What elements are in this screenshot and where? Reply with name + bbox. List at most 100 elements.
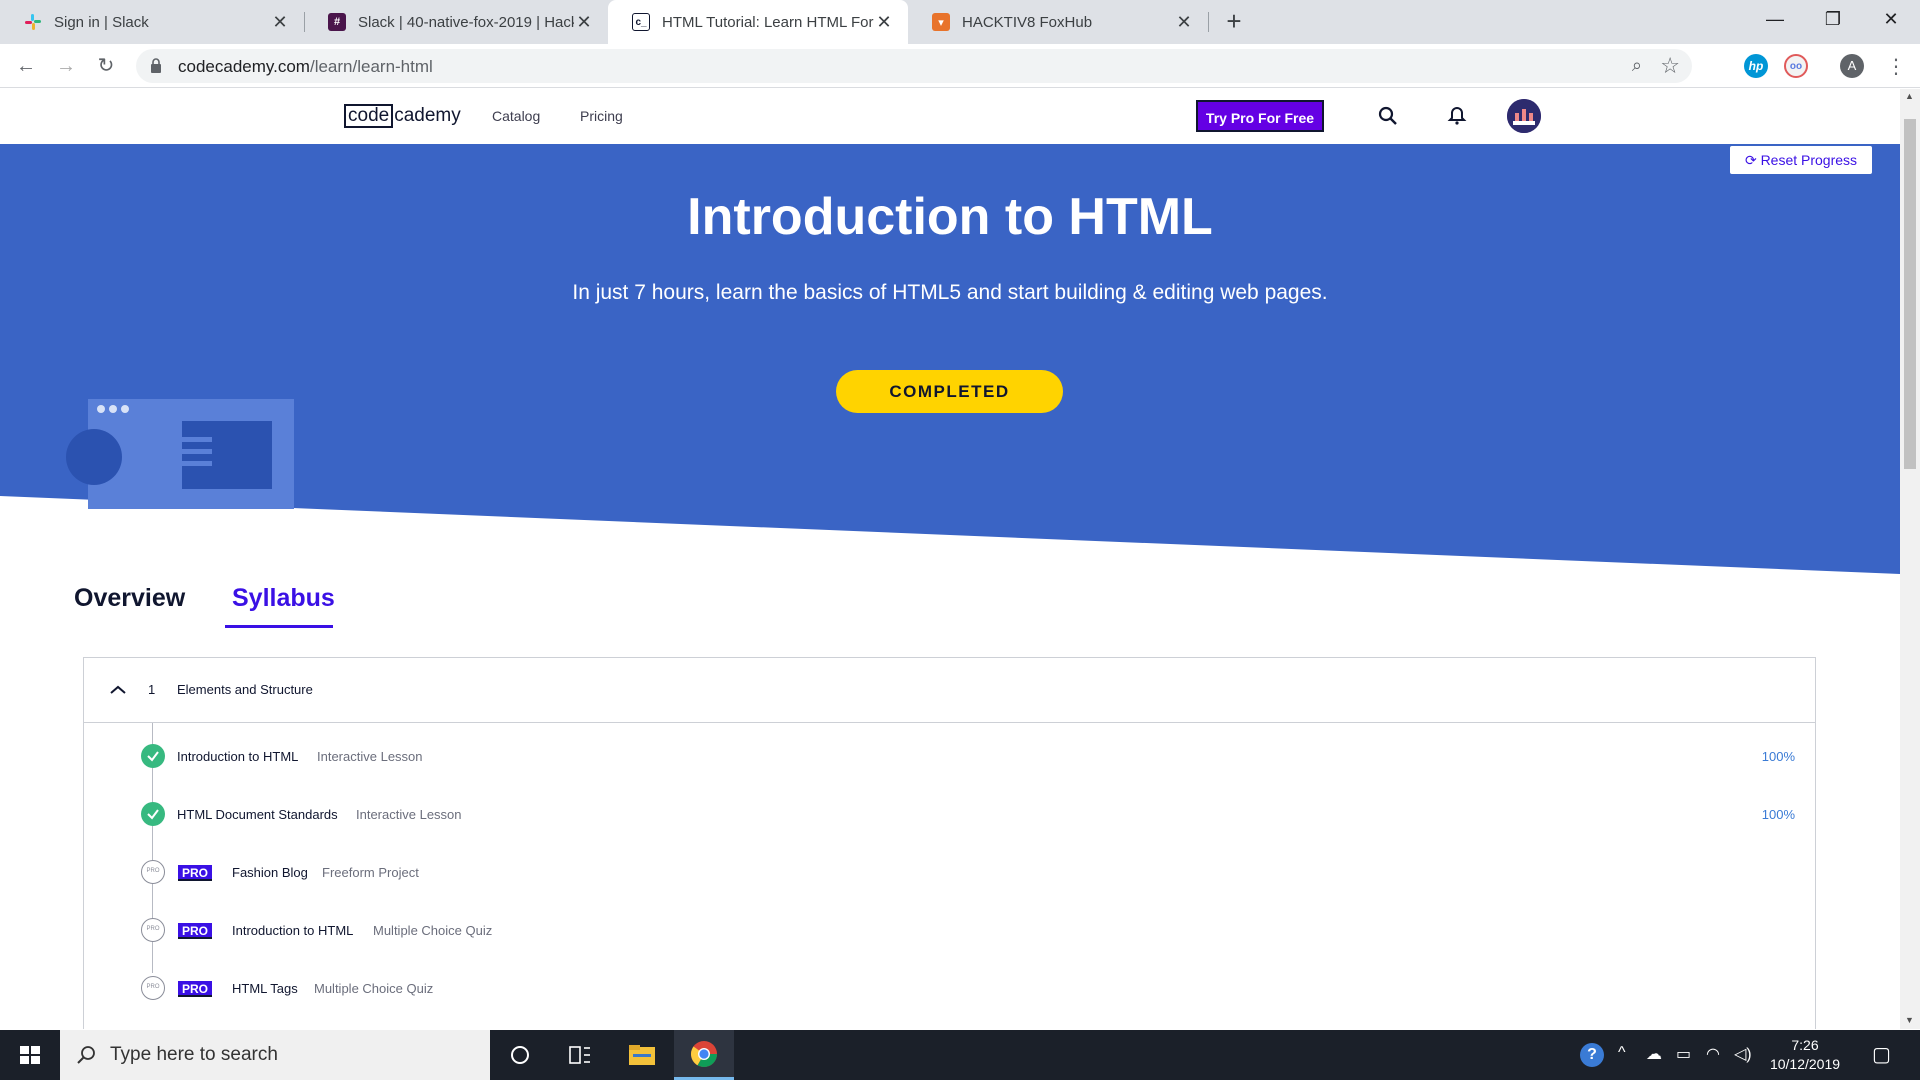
- codecademy-logo[interactable]: code cademy: [344, 104, 461, 128]
- scrollbar-thumb[interactable]: [1904, 119, 1916, 469]
- try-pro-button[interactable]: Try Pro For Free: [1196, 100, 1324, 132]
- lesson-type: Multiple Choice Quiz: [373, 923, 493, 938]
- close-tab-icon[interactable]: ✕: [574, 12, 594, 33]
- chrome-taskbar-icon[interactable]: [674, 1030, 734, 1080]
- browser-tab-foxhub[interactable]: ▾ HACKTIV8 FoxHub ✕: [908, 0, 1208, 44]
- browser-tab-strip: Sign in | Slack ✕ # Slack | 40-native-fo…: [0, 0, 1920, 44]
- lesson-name: Introduction to HTML: [177, 749, 299, 764]
- minimize-button[interactable]: —: [1746, 0, 1804, 40]
- zoom-icon[interactable]: ⌕: [1632, 55, 1642, 76]
- nav-catalog[interactable]: Catalog: [492, 108, 540, 124]
- address-bar[interactable]: codecademy.com/learn/learn-html ⌕ ☆: [136, 49, 1692, 83]
- notifications-icon[interactable]: ▢: [1872, 1042, 1891, 1067]
- chevron-up-icon[interactable]: [108, 680, 128, 700]
- reload-button[interactable]: ↻: [92, 52, 120, 80]
- scroll-up-icon[interactable]: ▲: [1905, 91, 1914, 101]
- check-icon: [141, 802, 165, 826]
- close-tab-icon[interactable]: ✕: [1174, 12, 1194, 33]
- site-header: code cademy Catalog Pricing Try Pro For F…: [0, 89, 1900, 144]
- task-view-icon[interactable]: [550, 1030, 610, 1080]
- course-subtitle: In just 7 hours, learn the basics of HTM…: [572, 281, 1328, 304]
- chevron-up-icon[interactable]: ^: [1618, 1044, 1626, 1062]
- tab-separator: [1208, 12, 1209, 32]
- system-clock[interactable]: 7:26 10/12/2019: [1760, 1036, 1850, 1074]
- reset-progress-label: Reset Progress: [1760, 152, 1858, 168]
- browser-tab-slack-signin[interactable]: Sign in | Slack ✕: [0, 0, 304, 44]
- close-tab-icon[interactable]: ✕: [270, 12, 290, 33]
- pro-lock-icon: PRO: [141, 976, 165, 1000]
- tab-title: Slack | 40-native-fox-2019 | Hack: [358, 13, 574, 31]
- browser-illustration: [66, 399, 294, 509]
- tab-syllabus[interactable]: Syllabus: [232, 584, 335, 613]
- taskbar-search[interactable]: Type here to search: [60, 1030, 490, 1080]
- browser-tab-codecademy[interactable]: c_ HTML Tutorial: Learn HTML For F ✕: [608, 0, 908, 44]
- pro-badge: PRO: [178, 865, 213, 881]
- search-icon: [77, 1046, 95, 1064]
- module-number: 1: [148, 682, 156, 697]
- url-text: codecademy.com/learn/learn-html: [178, 57, 433, 77]
- lock-icon: [151, 58, 161, 73]
- nav-pricing[interactable]: Pricing: [580, 108, 623, 124]
- windows-logo-icon: [20, 1046, 40, 1064]
- lesson-type: Interactive Lesson: [356, 807, 462, 822]
- list-item[interactable]: PRO PRO Introduction to HTML Multiple Ch…: [84, 916, 1815, 946]
- url-path: /learn/learn-html: [309, 57, 433, 76]
- help-icon[interactable]: ?: [1580, 1043, 1604, 1067]
- logo-rest-text: cademy: [394, 105, 461, 126]
- close-tab-icon[interactable]: ✕: [874, 12, 894, 33]
- lesson-progress: 100%: [1761, 807, 1795, 822]
- profile-avatar[interactable]: A: [1840, 54, 1864, 78]
- syllabus-card: 1 Elements and Structure Introduction to…: [83, 657, 1816, 1029]
- close-window-button[interactable]: ✕: [1862, 0, 1920, 40]
- new-tab-button[interactable]: +: [1218, 6, 1250, 38]
- scroll-down-icon[interactable]: ▼: [1905, 1015, 1914, 1025]
- windows-start-button[interactable]: [0, 1030, 60, 1080]
- tab-overview[interactable]: Overview: [74, 584, 185, 613]
- refresh-icon: ⟳: [1744, 152, 1757, 168]
- list-item[interactable]: PRO PRO Fashion Blog Freeform Project: [84, 858, 1815, 888]
- page-viewport: code cademy Catalog Pricing Try Pro For F…: [0, 89, 1900, 1029]
- bell-icon[interactable]: [1445, 104, 1469, 128]
- page-scrollbar[interactable]: ▲ ▼: [1900, 89, 1920, 1029]
- back-button[interactable]: ←: [12, 52, 40, 80]
- hp-extension-icon[interactable]: hp: [1744, 54, 1768, 78]
- slack-icon: [24, 13, 42, 31]
- bookmark-star-icon[interactable]: ☆: [1660, 53, 1680, 79]
- list-item[interactable]: Introduction to HTML Interactive Lesson …: [84, 742, 1815, 772]
- lesson-name: Introduction to HTML: [232, 923, 354, 938]
- module-header[interactable]: 1 Elements and Structure: [84, 658, 1815, 723]
- lesson-name: HTML Document Standards: [177, 807, 338, 822]
- browser-menu-icon[interactable]: ⋮: [1886, 54, 1906, 79]
- wifi-icon[interactable]: ◠: [1706, 1044, 1720, 1064]
- tab-title: Sign in | Slack: [54, 13, 149, 31]
- lesson-type: Multiple Choice Quiz: [314, 981, 434, 996]
- module-title: Elements and Structure: [177, 682, 313, 697]
- list-item[interactable]: HTML Document Standards Interactive Less…: [84, 800, 1815, 830]
- pro-badge: PRO: [178, 923, 213, 939]
- reset-progress-button[interactable]: ⟳ Reset Progress: [1730, 146, 1872, 174]
- list-item[interactable]: PRO PRO HTML Tags Multiple Choice Quiz: [84, 974, 1815, 1004]
- logo-boxed-text: code: [344, 104, 394, 128]
- tab-title: HTML Tutorial: Learn HTML For F: [662, 13, 874, 31]
- file-explorer-icon[interactable]: [612, 1030, 672, 1080]
- browser-tab-slack-workspace[interactable]: # Slack | 40-native-fox-2019 | Hack ✕: [304, 0, 608, 44]
- onedrive-icon[interactable]: ☁: [1646, 1044, 1662, 1064]
- fox-icon: ▾: [932, 13, 950, 31]
- cortana-icon[interactable]: [490, 1030, 550, 1080]
- user-avatar[interactable]: [1507, 99, 1541, 133]
- battery-icon[interactable]: ▭: [1676, 1044, 1691, 1064]
- lesson-name: Fashion Blog: [232, 865, 308, 880]
- browser-toolbar: ← → ↻ codecademy.com/learn/learn-html ⌕ …: [0, 44, 1920, 88]
- volume-icon[interactable]: ◁): [1734, 1044, 1752, 1064]
- slack-workspace-icon: #: [328, 13, 346, 31]
- codecademy-icon: c_: [632, 13, 650, 31]
- extension-icon[interactable]: oo: [1784, 54, 1808, 78]
- windows-taskbar: Type here to search ? ^ ☁ ▭ ◠ ◁) 7:26 10…: [0, 1030, 1920, 1080]
- lesson-type: Freeform Project: [322, 865, 419, 880]
- check-icon: [141, 744, 165, 768]
- search-icon[interactable]: [1376, 104, 1400, 128]
- forward-button[interactable]: →: [52, 52, 80, 80]
- lesson-type: Interactive Lesson: [317, 749, 423, 764]
- completed-button[interactable]: COMPLETED: [836, 370, 1063, 413]
- maximize-button[interactable]: ❐: [1804, 0, 1862, 40]
